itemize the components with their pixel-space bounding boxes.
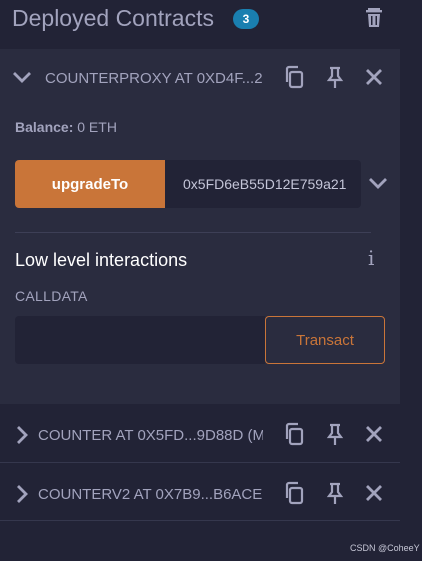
- copy-icon[interactable]: [282, 422, 306, 446]
- balance-label: Balance:: [15, 119, 74, 135]
- contract-label-counterproxy[interactable]: COUNTERPROXY AT 0XD4F...2: [45, 70, 265, 87]
- chevron-right-icon[interactable]: [10, 482, 34, 506]
- copy-icon[interactable]: [282, 481, 306, 505]
- balance-display: Balance: 0 ETH: [15, 119, 117, 135]
- low-level-interactions-title: Low level interactions: [15, 250, 188, 270]
- close-icon[interactable]: [362, 422, 386, 446]
- pin-icon[interactable]: [323, 481, 347, 505]
- upgrade-to-button[interactable]: upgradeTo: [15, 160, 165, 208]
- pin-icon[interactable]: [323, 65, 347, 89]
- deployed-contracts-title: Deployed Contracts: [12, 5, 214, 31]
- chevron-down-icon[interactable]: [10, 65, 34, 89]
- trash-icon[interactable]: [363, 5, 385, 29]
- chevron-down-icon[interactable]: [366, 171, 390, 195]
- transact-button[interactable]: Transact: [265, 316, 385, 364]
- calldata-input[interactable]: [15, 316, 265, 364]
- balance-value: 0 ETH: [77, 119, 117, 135]
- watermark: CSDN @CoheeY: [350, 543, 420, 553]
- info-icon[interactable]: i: [368, 246, 374, 270]
- row-separator: [0, 520, 400, 521]
- calldata-label: CALLDATA: [15, 288, 88, 304]
- row-separator: [0, 462, 400, 463]
- contract-label-counterv2[interactable]: COUNTERV2 AT 0X7B9...B6ACE: [38, 486, 263, 503]
- close-icon[interactable]: [362, 65, 386, 89]
- pin-icon[interactable]: [323, 422, 347, 446]
- chevron-right-icon[interactable]: [10, 423, 34, 447]
- contract-label-counter[interactable]: COUNTER AT 0X5FD...9D88D (M: [38, 427, 263, 444]
- close-icon[interactable]: [362, 481, 386, 505]
- copy-icon[interactable]: [282, 65, 306, 89]
- contracts-count-badge: 3: [233, 9, 259, 29]
- section-divider: [15, 232, 371, 233]
- upgrade-to-input[interactable]: 0x5FD6eB55D12E759a21: [165, 160, 361, 208]
